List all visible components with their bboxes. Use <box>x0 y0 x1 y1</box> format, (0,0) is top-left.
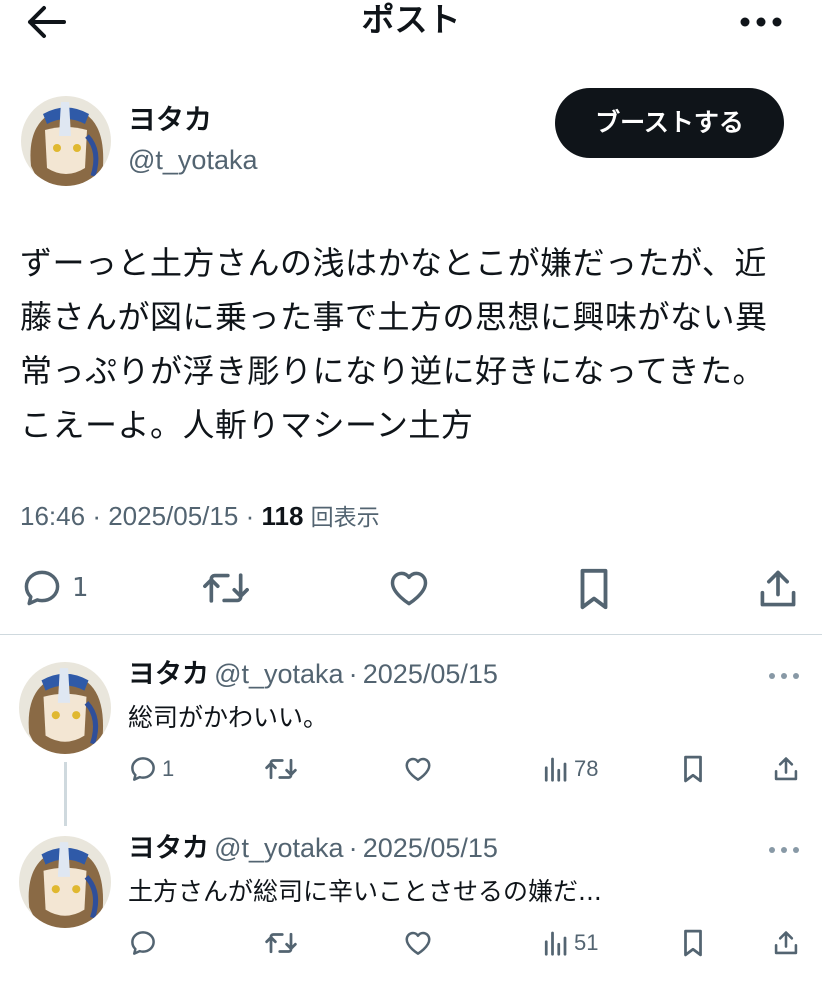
author-name[interactable]: ヨタカ <box>128 102 212 138</box>
reply-header: ヨタカ @t_yotaka · 2025/05/15 <box>128 656 498 693</box>
thread-line <box>64 762 67 826</box>
reply-author-name[interactable]: ヨタカ <box>128 659 209 690</box>
post-meta: 16:46 · 2025/05/15 · 118 回表示 <box>20 498 380 536</box>
reply-button[interactable]: 1 <box>128 754 174 784</box>
reply-more-button[interactable] <box>766 842 802 858</box>
separator-dot: · <box>92 501 109 531</box>
separator-dot: · <box>245 501 262 531</box>
share-button[interactable] <box>756 566 800 612</box>
reply-date[interactable]: 2025/05/15 <box>363 833 498 863</box>
bookmark-icon <box>684 929 702 957</box>
analytics-icon <box>544 757 567 782</box>
page-title: ポスト <box>361 0 461 39</box>
bookmark-button[interactable] <box>680 928 706 958</box>
view-count: 118 <box>261 501 304 531</box>
repost-button[interactable] <box>264 928 298 958</box>
share-icon <box>760 570 796 607</box>
separator-dot: · <box>348 659 358 689</box>
like-button[interactable] <box>403 754 433 784</box>
reply-author-handle[interactable]: @t_yotaka <box>214 833 343 863</box>
bookmark-icon <box>580 568 608 610</box>
heart-icon <box>405 931 431 955</box>
share-icon <box>774 931 798 955</box>
bookmark-button[interactable] <box>680 754 706 784</box>
reply-icon <box>24 570 60 606</box>
post-time[interactable]: 16:46 <box>20 501 85 531</box>
heart-icon <box>405 757 431 781</box>
more-horizontal-icon <box>740 17 782 27</box>
bookmark-button[interactable] <box>574 566 614 612</box>
analytics-icon <box>544 931 567 956</box>
repost-icon <box>203 573 249 603</box>
reply-text: 総司がかわいい。 <box>128 703 329 732</box>
views-button[interactable]: 78 <box>542 754 598 784</box>
boost-button[interactable]: ブーストする <box>555 88 784 158</box>
views-button[interactable]: 51 <box>542 928 598 958</box>
avatar[interactable] <box>21 96 111 186</box>
bookmark-icon <box>684 755 702 783</box>
more-horizontal-icon <box>769 673 799 679</box>
reply-author-handle[interactable]: @t_yotaka <box>214 659 343 689</box>
reply-icon <box>131 931 155 955</box>
reply-button[interactable] <box>128 928 162 958</box>
repost-button[interactable] <box>264 754 298 784</box>
more-options-button[interactable] <box>736 6 786 34</box>
share-icon <box>774 757 798 781</box>
reply-icon <box>131 757 155 781</box>
share-button[interactable] <box>772 754 800 784</box>
post-text-line: 常っぷりが浮き彫りになり逆に好きになってきた。 <box>20 352 765 390</box>
views-label: 回表示 <box>310 505 380 531</box>
post-text: ずーっと土方さんの浅はかなとこが嫌だったが、近 藤さんが図に乗った事で土方の思想… <box>20 236 800 452</box>
avatar[interactable] <box>19 836 111 928</box>
reply-text: 土方さんが総司に辛いことさせるの嫌だ... <box>128 877 602 906</box>
reply-date[interactable]: 2025/05/15 <box>363 659 498 689</box>
reply-count: 1 <box>72 573 89 603</box>
heart-icon <box>390 571 428 606</box>
more-horizontal-icon <box>769 847 799 853</box>
like-button[interactable] <box>387 566 431 610</box>
post-text-line: こえーよ。人斬りマシーン土方 <box>20 406 474 444</box>
repost-icon <box>265 758 297 780</box>
avatar[interactable] <box>19 662 111 754</box>
reply-button[interactable]: 1 <box>20 566 89 610</box>
view-count: 51 <box>574 930 599 955</box>
reply-header: ヨタカ @t_yotaka · 2025/05/15 <box>128 830 498 867</box>
divider <box>0 634 822 635</box>
reply-count: 1 <box>162 756 175 781</box>
view-count: 78 <box>574 756 599 781</box>
author-handle[interactable]: @t_yotaka <box>128 142 257 178</box>
repost-icon <box>265 932 297 954</box>
reply-author-name[interactable]: ヨタカ <box>128 833 209 864</box>
post-text-line: ずーっと土方さんの浅はかなとこが嫌だったが、近 <box>20 244 767 282</box>
post-date[interactable]: 2025/05/15 <box>108 501 238 531</box>
like-button[interactable] <box>403 928 433 958</box>
separator-dot: · <box>348 833 358 863</box>
post-text-line: 藤さんが図に乗った事で土方の思想に興味がない異 <box>20 298 768 336</box>
repost-button[interactable] <box>202 566 250 610</box>
share-button[interactable] <box>772 928 800 958</box>
reply-more-button[interactable] <box>766 668 802 684</box>
